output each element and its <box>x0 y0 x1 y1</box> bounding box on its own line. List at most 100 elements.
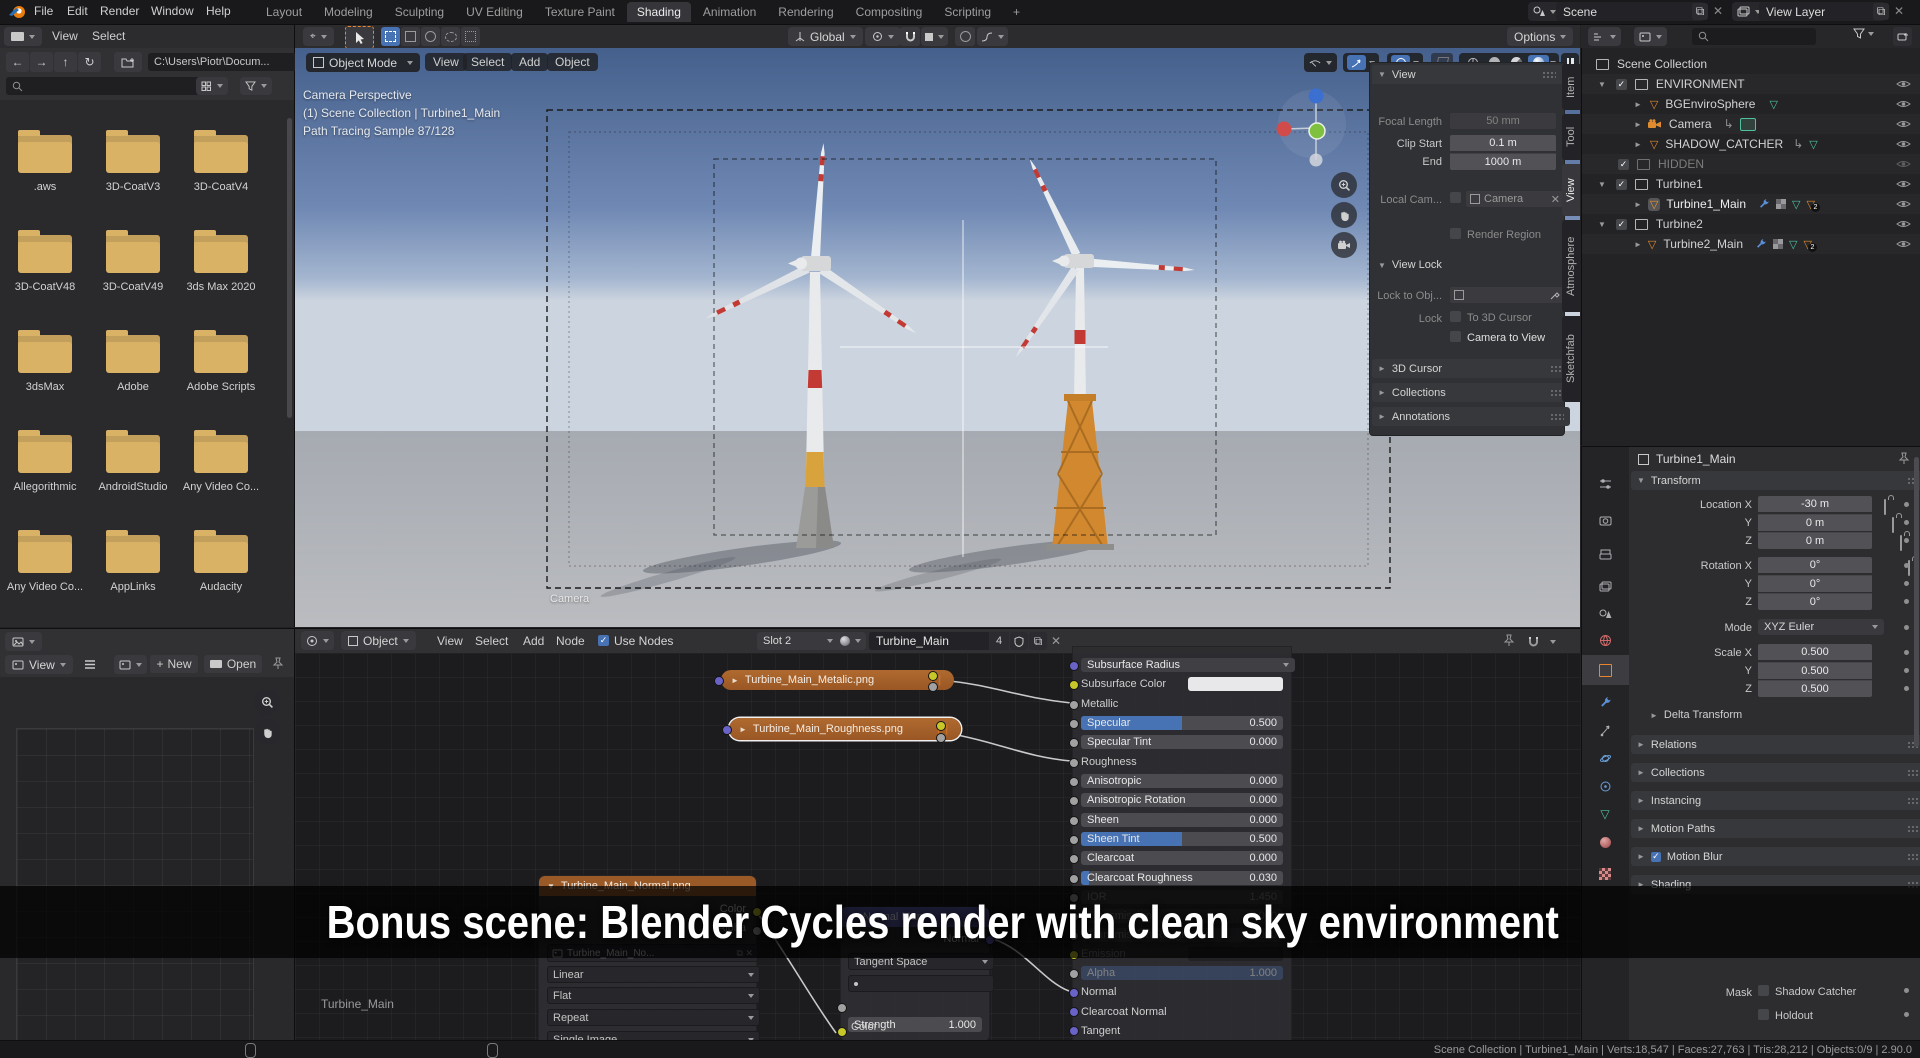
clear-icon[interactable]: ✕ <box>1551 193 1560 206</box>
blender-logo[interactable] <box>8 3 27 20</box>
clearcoat-normal-row[interactable]: Clearcoat Normal <box>1081 1005 1283 1019</box>
material-icon-dropdown[interactable] <box>835 632 866 650</box>
color-input-socket[interactable] <box>837 1027 847 1037</box>
hide-icon[interactable] <box>1896 119 1911 129</box>
annotations-panel-header[interactable]: ►Annotations <box>1372 407 1570 426</box>
folder-item[interactable]: AppLinks <box>106 535 176 593</box>
image-datablock-dropdown[interactable] <box>114 655 147 674</box>
subsurface-radius-dropdown[interactable]: Subsurface Radius <box>1081 658 1295 672</box>
to-3d-cursor-checkbox[interactable] <box>1450 311 1461 322</box>
camera-view-button[interactable] <box>1331 232 1357 258</box>
folder-item[interactable]: 3D-CoatV4 <box>194 135 264 193</box>
rotation-x-field[interactable]: 0° <box>1758 557 1872 573</box>
expand-icon[interactable]: ▼ <box>1598 180 1606 189</box>
input-socket[interactable] <box>1069 854 1079 864</box>
expand-icon[interactable]: ► <box>1634 100 1642 109</box>
viewport-menu-add[interactable]: Add <box>511 53 548 71</box>
mode-dropdown[interactable]: Object Mode <box>306 53 420 72</box>
animate-dot[interactable] <box>1904 650 1909 655</box>
relations-panel-header[interactable]: ►Relations <box>1631 735 1920 754</box>
input-socket[interactable] <box>1069 777 1079 787</box>
holdout-checkbox[interactable] <box>1758 1009 1769 1020</box>
shader-menu-add[interactable]: Add <box>523 634 544 648</box>
tab-shading[interactable]: Shading <box>627 2 691 22</box>
pin-icon[interactable] <box>1898 452 1910 465</box>
expand-icon[interactable]: ► <box>1634 120 1642 129</box>
cursor-tool-button[interactable] <box>345 26 374 49</box>
filebrowser-menu-select[interactable]: Select <box>92 29 125 43</box>
hide-icon[interactable] <box>1896 179 1911 189</box>
folder-item[interactable]: Audacity <box>194 535 264 593</box>
interpolation-dropdown[interactable]: Linear <box>547 966 760 983</box>
anisotropic-rotation-row[interactable]: Anisotropic Rotation0.000 <box>1081 793 1283 807</box>
lock-to-object-field[interactable] <box>1450 287 1564 303</box>
tab-modeling[interactable]: Modeling <box>314 2 383 22</box>
delta-transform-header[interactable]: ►Delta Transform <box>1650 709 1742 721</box>
material-users-button[interactable]: 4 <box>989 632 1009 650</box>
shader-editor[interactable]: Object View Select Add Node ✓ Use Nodes … <box>295 628 1580 1041</box>
editor-type-shader[interactable] <box>301 631 334 650</box>
orientation-dropdown[interactable]: Global <box>788 27 863 46</box>
tangent-row[interactable]: Tangent <box>1081 1024 1283 1038</box>
input-socket[interactable] <box>1069 738 1079 748</box>
material-unlink-icon[interactable]: ✕ <box>1051 634 1061 648</box>
new-collection-button[interactable] <box>1893 27 1912 46</box>
folder-item[interactable]: 3dsMax <box>18 335 88 393</box>
overlay-dropdown[interactable] <box>1547 632 1559 651</box>
tab-tool[interactable]: Tool <box>1562 114 1580 160</box>
image-open-button[interactable]: Open <box>204 655 262 673</box>
outliner-filter-button[interactable] <box>1853 28 1874 39</box>
node-principled-bsdf[interactable]: Subsurface Radius Subsurface Color Metal… <box>1073 647 1291 1041</box>
hide-icon[interactable] <box>1896 239 1911 249</box>
outliner-row-camera[interactable]: ► Camera ↳ <box>1582 114 1920 134</box>
scene-unlink-icon[interactable]: ✕ <box>1713 4 1723 18</box>
shadow-catcher-checkbox[interactable] <box>1758 985 1769 996</box>
hide-icon[interactable] <box>1896 139 1911 149</box>
panel-grip[interactable] <box>1542 71 1556 78</box>
vector-input-socket[interactable] <box>722 725 732 735</box>
collections-panel-header[interactable]: ►Collections <box>1631 763 1920 782</box>
sheen-tint-row[interactable]: Sheen Tint0.500 <box>1081 832 1283 846</box>
view-lock-subheader[interactable]: ▼View Lock <box>1378 259 1442 271</box>
outliner-row-hidden[interactable]: ✓ HIDDEN <box>1582 154 1920 174</box>
tab-uv-editing[interactable]: UV Editing <box>456 2 533 22</box>
specular-tint-row[interactable]: Specular Tint0.000 <box>1081 735 1283 749</box>
falloff-dropdown[interactable] <box>977 27 1008 46</box>
shader-menu-select[interactable]: Select <box>475 634 508 648</box>
input-socket[interactable] <box>1069 969 1079 979</box>
input-socket[interactable] <box>1069 661 1079 671</box>
rotation-z-field[interactable]: 0° <box>1758 593 1872 610</box>
add-workspace-button[interactable]: + <box>1003 2 1030 22</box>
outliner-filter-mode[interactable] <box>1634 27 1667 46</box>
material-copy-button[interactable]: ⧉ <box>1029 632 1047 650</box>
properties-tab-particles[interactable] <box>1590 719 1620 741</box>
lock-icon[interactable] <box>1900 535 1902 551</box>
tab-animation[interactable]: Animation <box>693 2 766 22</box>
editor-type-filebrowser[interactable] <box>4 27 42 46</box>
clearcoat-row[interactable]: Clearcoat0.000 <box>1081 851 1283 865</box>
metallic-row[interactable]: Metallic <box>1081 697 1283 711</box>
pin-icon[interactable] <box>272 657 284 670</box>
snap-node-button[interactable] <box>1523 632 1543 650</box>
alpha-output-socket[interactable] <box>936 733 946 743</box>
snap-settings-dropdown[interactable] <box>921 27 948 46</box>
animate-dot[interactable] <box>1904 599 1909 604</box>
up-button[interactable]: ↑ <box>54 52 77 72</box>
image-pan-button[interactable] <box>254 719 280 745</box>
alpha-row[interactable]: Alpha1.000 <box>1081 966 1283 980</box>
fake-user-button[interactable] <box>1010 632 1028 650</box>
scene-selector[interactable]: Scene <box>1556 2 1704 21</box>
tab-atmosphere[interactable]: Atmosphere <box>1562 220 1580 312</box>
projection-dropdown[interactable]: Flat <box>547 987 760 1004</box>
input-socket[interactable] <box>1069 874 1079 884</box>
color-output-socket[interactable] <box>936 721 946 731</box>
proportional-edit-button[interactable] <box>955 27 975 46</box>
scale-x-field[interactable]: 0.500 <box>1758 644 1872 660</box>
color-output-socket[interactable] <box>928 671 938 681</box>
select-circle-button[interactable] <box>421 27 440 46</box>
visibility-dropdown[interactable] <box>1304 53 1337 72</box>
properties-scrollbar[interactable] <box>1914 457 1919 747</box>
properties-tab-scene[interactable] <box>1590 602 1620 624</box>
material-name-field[interactable]: Turbine_Main <box>869 632 1003 650</box>
menu-render[interactable]: Render <box>100 4 139 18</box>
